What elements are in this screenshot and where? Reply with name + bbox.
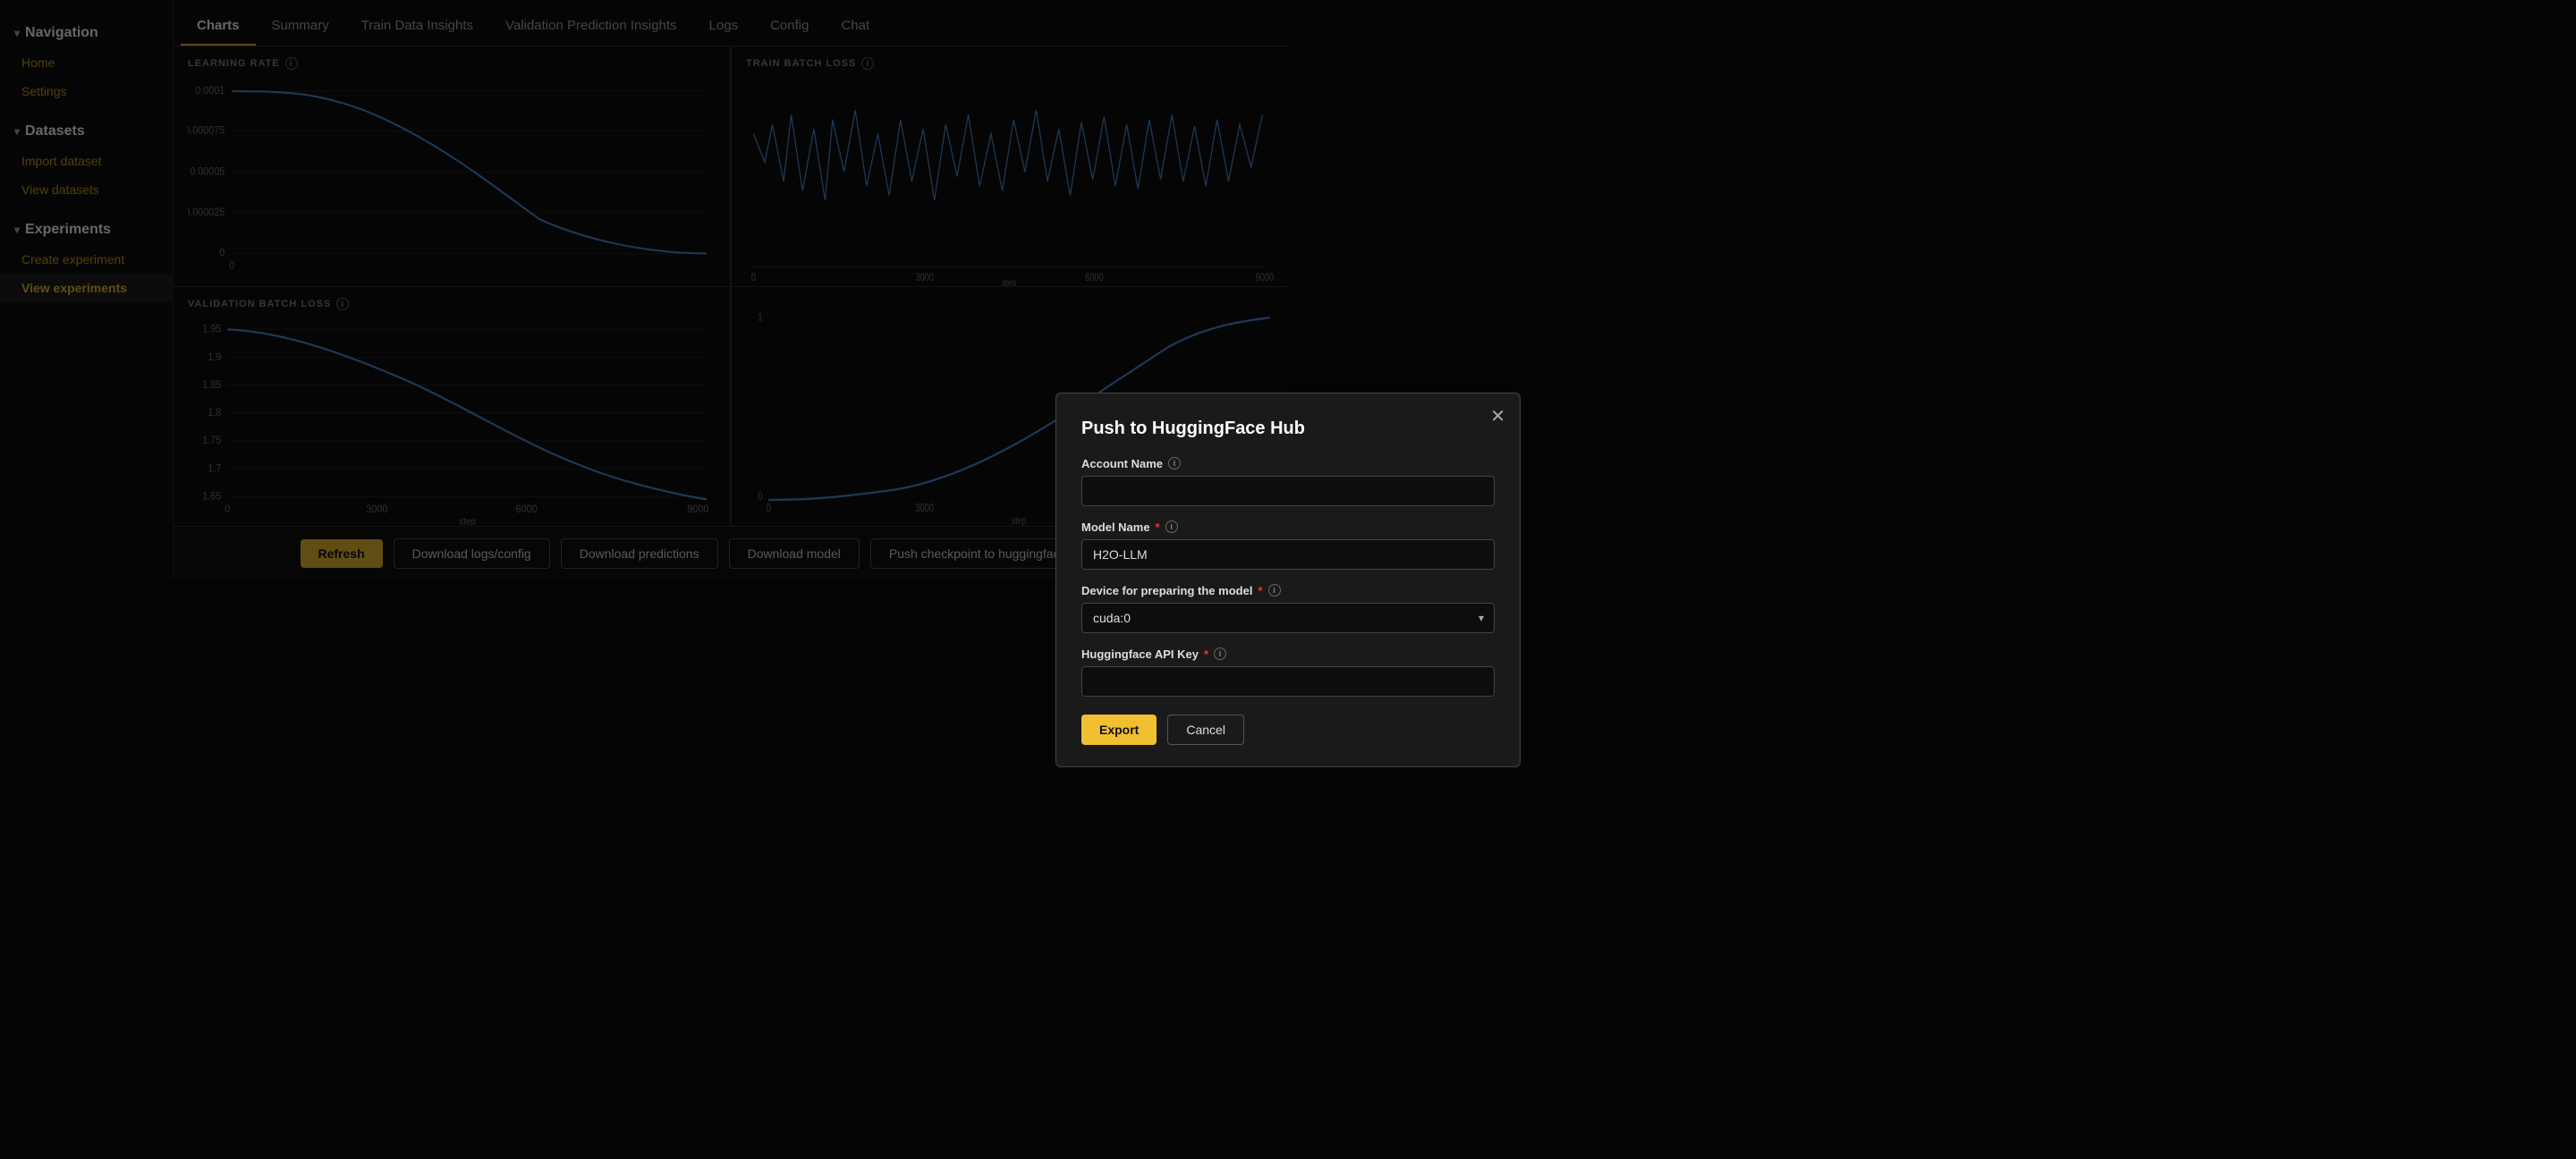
device-required: *	[1258, 584, 1262, 597]
account-name-group: Account Name i	[1081, 457, 1495, 506]
device-label: Device for preparing the model * i	[1081, 584, 1495, 597]
modal-overlay[interactable]: ✕ Push to HuggingFace Hub Account Name i…	[0, 0, 2576, 1159]
account-name-info-icon[interactable]: i	[1168, 457, 1181, 470]
export-button[interactable]: Export	[1081, 715, 1157, 745]
api-key-required: *	[1204, 647, 1208, 661]
api-key-input[interactable]	[1081, 666, 1495, 697]
modal-title: Push to HuggingFace Hub	[1081, 419, 1495, 439]
modal-close-button[interactable]: ✕	[1490, 408, 1505, 426]
device-group: Device for preparing the model * i cuda:…	[1081, 584, 1495, 633]
model-name-required: *	[1156, 520, 1160, 534]
push-to-huggingface-modal: ✕ Push to HuggingFace Hub Account Name i…	[1055, 393, 1521, 767]
api-key-info-icon[interactable]: i	[1214, 647, 1226, 660]
cancel-button[interactable]: Cancel	[1167, 715, 1244, 745]
account-name-label: Account Name i	[1081, 457, 1495, 470]
device-info-icon[interactable]: i	[1268, 584, 1281, 596]
model-name-group: Model Name * i	[1081, 520, 1495, 570]
api-key-group: Huggingface API Key * i	[1081, 647, 1495, 697]
device-select[interactable]: cuda:0 cpu	[1081, 603, 1495, 633]
api-key-label: Huggingface API Key * i	[1081, 647, 1495, 661]
model-name-info-icon[interactable]: i	[1165, 520, 1178, 533]
model-name-label: Model Name * i	[1081, 520, 1495, 534]
account-name-input[interactable]	[1081, 476, 1495, 506]
model-name-input[interactable]	[1081, 539, 1495, 570]
modal-buttons: Export Cancel	[1081, 715, 1495, 745]
